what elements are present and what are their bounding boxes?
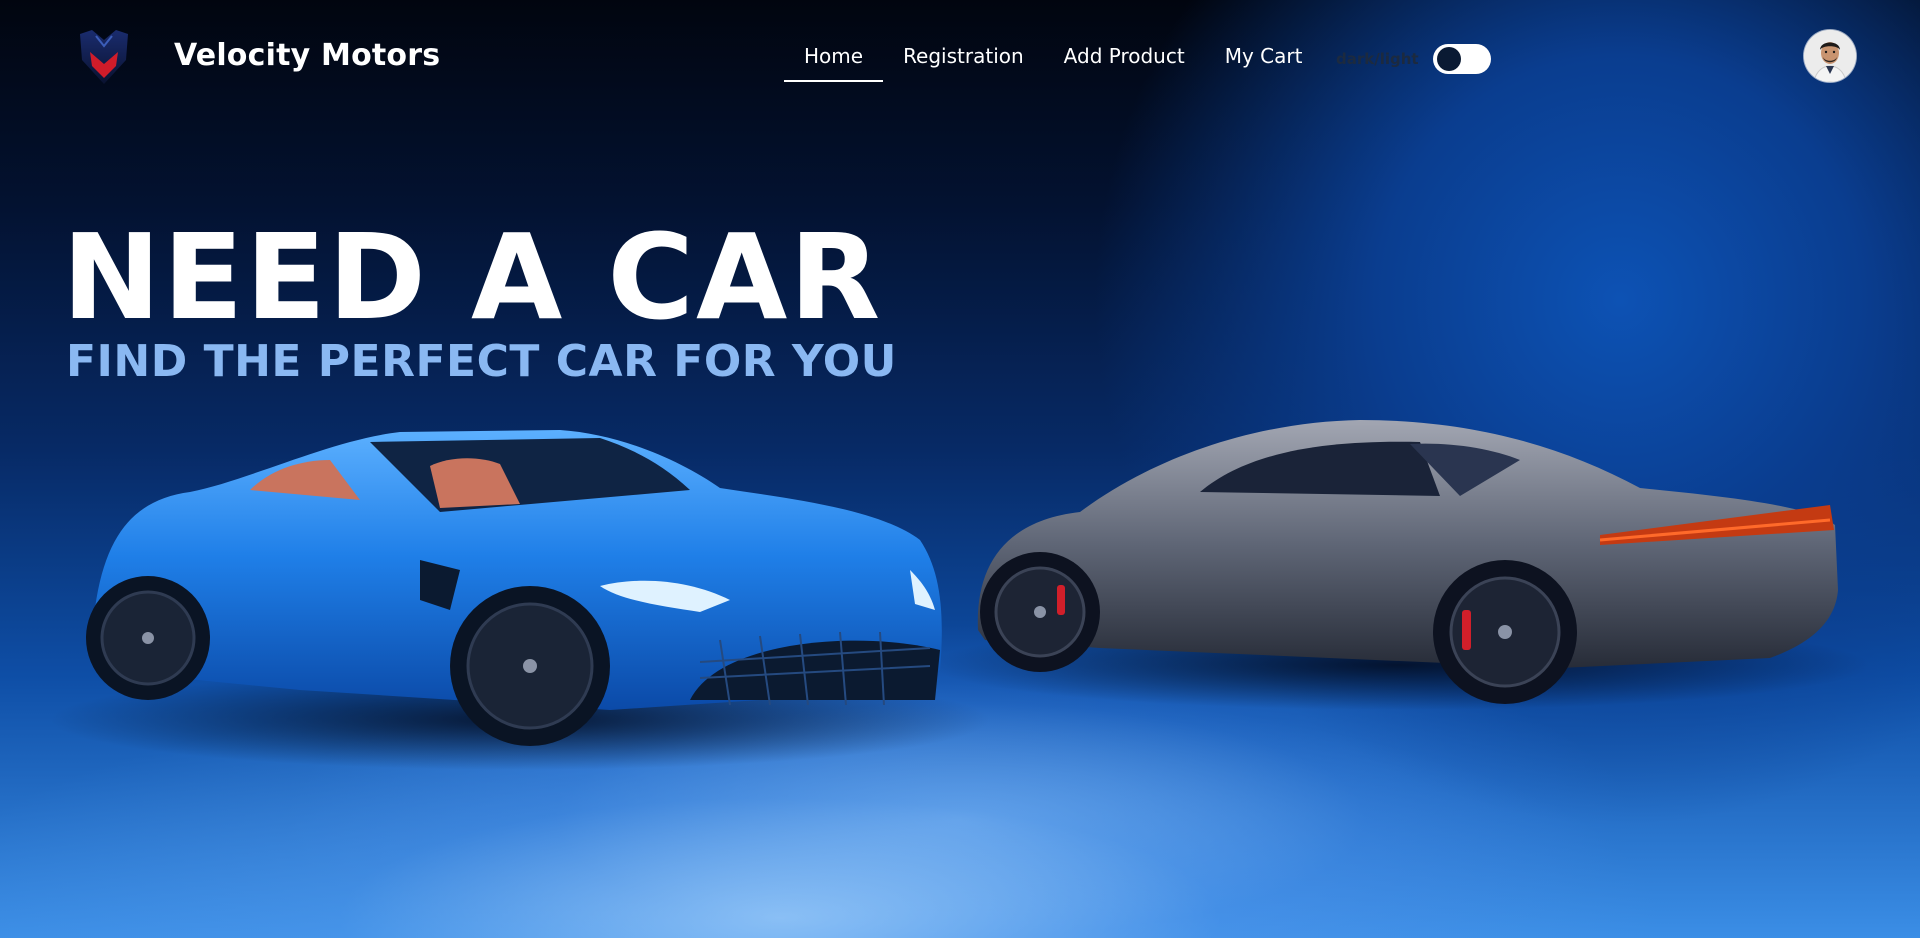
theme-toggle-label: dark/light <box>1336 50 1419 68</box>
toggle-knob <box>1436 47 1461 71</box>
theme-toggle[interactable] <box>1432 44 1491 74</box>
brand-name[interactable]: Velocity Motors <box>174 38 440 73</box>
user-avatar-icon <box>1804 30 1856 82</box>
navbar: Velocity Motors Home Registration Add Pr… <box>0 0 1920 112</box>
theme-switch: dark/light <box>1336 44 1491 74</box>
hero-subtitle: FIND THE PERFECT CAR FOR YOU <box>66 336 897 387</box>
hero-title: NEED A CAR <box>62 208 883 346</box>
landing-page: Velocity Motors Home Registration Add Pr… <box>0 0 1920 938</box>
main-nav: Home Registration Add Product My Cart <box>784 44 1322 82</box>
nav-item-home[interactable]: Home <box>784 44 884 82</box>
hero-car-image <box>50 420 1870 770</box>
user-avatar[interactable] <box>1804 30 1856 82</box>
nav-item-registration[interactable]: Registration <box>883 44 1044 82</box>
velocity-logo-icon[interactable] <box>72 26 136 90</box>
nav-item-my-cart[interactable]: My Cart <box>1205 44 1323 82</box>
nav-item-add-product[interactable]: Add Product <box>1044 44 1205 82</box>
